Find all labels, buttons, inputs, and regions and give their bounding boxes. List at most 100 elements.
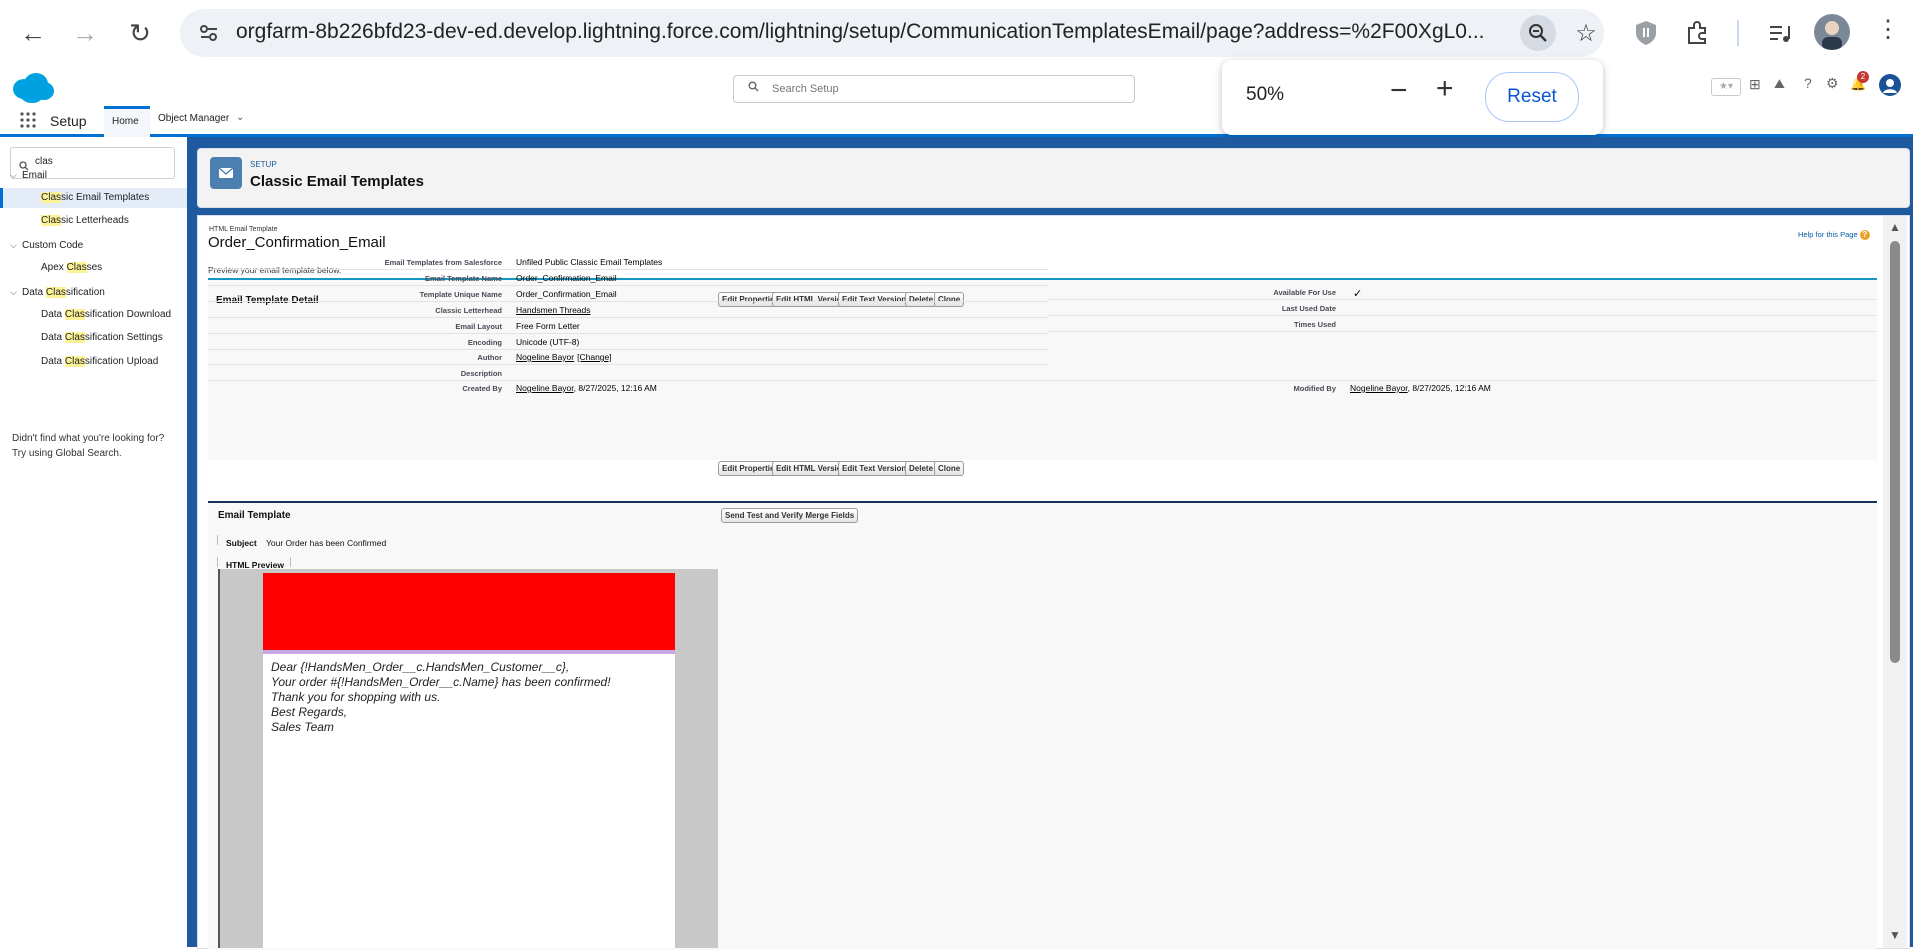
trailhead-icon[interactable]: ⛰	[1774, 76, 1785, 92]
field-value-text: Free Form Letter	[516, 321, 580, 331]
change-owner-link[interactable]: [Change]	[577, 352, 612, 362]
nav-group-5[interactable]: ⌵ Data Classification	[10, 282, 180, 302]
field-label: Description	[460, 369, 502, 378]
browser-menu-icon[interactable]: ⋮	[1876, 18, 1900, 42]
field-value: Free Form Letter	[516, 321, 580, 331]
user-avatar[interactable]	[1879, 74, 1901, 96]
field-row-divider	[1048, 299, 1877, 300]
zoom-out-button[interactable]: −	[1390, 74, 1408, 108]
field-row-divider	[208, 301, 1048, 302]
field-row-divider	[1048, 331, 1877, 332]
field-value: Order_Confirmation_Email	[516, 273, 617, 283]
field-value: Nogeline Bayor, 8/27/2025, 12:16 AM	[516, 383, 657, 393]
url-text[interactable]: orgfarm-8b226bfd23-dev-ed.develop.lightn…	[236, 20, 1496, 44]
back-icon[interactable]: ←	[16, 16, 50, 50]
nav-label-highlight: Clas	[64, 356, 85, 367]
nav-item-8[interactable]: Data Classification Upload	[0, 352, 187, 372]
nav-group-0[interactable]: ⌵ Email	[10, 165, 180, 185]
clone-button[interactable]: Clone	[934, 292, 965, 307]
field-label: Modified By	[1293, 384, 1337, 393]
field-value: Unfiled Public Classic Email Templates	[516, 257, 662, 267]
field-value-link[interactable]: Nogeline Bayor	[516, 352, 574, 362]
search-setup-input[interactable]	[770, 79, 1114, 99]
nav-item-4[interactable]: Apex Classes	[0, 258, 187, 278]
delete-button[interactable]: Delete	[905, 461, 938, 476]
content-scrollbar[interactable]: ▲ ▼	[1883, 216, 1907, 948]
search-icon	[748, 81, 759, 95]
chevron-down-icon[interactable]: ⌄	[236, 112, 244, 123]
nav-item-1[interactable]: Classic Email Templates	[0, 188, 190, 208]
edit-text-version-button[interactable]: Edit Text Version	[838, 461, 911, 476]
nav-item-6[interactable]: Data Classification Download	[0, 305, 187, 325]
field-value-text: Unicode (UTF-8)	[516, 337, 580, 347]
forward-icon[interactable]: →	[68, 16, 102, 50]
tab-object-manager[interactable]: Object Manager	[158, 113, 229, 124]
setup-gear-icon[interactable]: ⚙	[1826, 75, 1839, 92]
extension-shield-icon[interactable]	[1628, 15, 1664, 51]
preview-divider-right	[290, 557, 291, 567]
page-header: SETUP Classic Email Templates	[197, 148, 1910, 208]
tab-home-label: Home	[112, 116, 139, 127]
nav-label-part: sification Upload	[84, 356, 159, 367]
nav-item-2[interactable]: Classic Letterheads	[0, 211, 187, 231]
field-value-link[interactable]: Nogeline Bayor	[516, 383, 574, 393]
nav-label-part: Email	[22, 170, 48, 181]
zoom-in-button[interactable]: +	[1436, 72, 1454, 106]
reload-icon[interactable]: ↻	[123, 16, 157, 50]
scrollbar-thumb[interactable]	[1890, 241, 1900, 663]
nav-item-7[interactable]: Data Classification Settings	[0, 328, 187, 348]
tab-home[interactable]: Home	[104, 106, 150, 137]
field-value: Nogeline Bayor [Change]	[516, 352, 612, 362]
search-setup-field[interactable]	[733, 75, 1135, 103]
field-value-link[interactable]: Nogeline Bayor	[1350, 383, 1408, 393]
nav-label-part: Apex	[41, 262, 67, 273]
bookmark-star-icon[interactable]: ☆	[1568, 15, 1604, 51]
extensions-puzzle-icon[interactable]	[1680, 15, 1716, 51]
delete-button[interactable]: Delete	[905, 292, 938, 307]
nav-label-part: Data	[41, 309, 65, 320]
send-test-button[interactable]: Send Test and Verify Merge Fields	[721, 508, 859, 523]
scroll-up-icon[interactable]: ▲	[1889, 220, 1901, 234]
salesforce-logo[interactable]	[10, 72, 56, 109]
chevron-down-icon[interactable]: ⌵	[10, 165, 22, 185]
browser-toolbar: ← → ↻ orgfarm-8b226bfd23-dev-ed.develop.…	[0, 0, 1913, 67]
html-preview-frame: Dear {!HandsMen_Order__c.HandsMen_Custom…	[218, 569, 718, 948]
nav-label-part: ses	[86, 262, 103, 273]
email-body-line: Best Regards,	[271, 705, 348, 719]
field-label: Last Used Date	[1281, 304, 1336, 313]
field-label: Template Unique Name	[419, 290, 502, 299]
help-icon[interactable]: ?	[1804, 75, 1812, 91]
field-value-text: Unfiled Public Classic Email Templates	[516, 257, 663, 267]
media-queue-icon[interactable]	[1762, 15, 1798, 51]
site-settings-icon[interactable]	[198, 22, 220, 44]
field-row-divider	[208, 349, 1048, 350]
address-bar[interactable]: orgfarm-8b226bfd23-dev-ed.develop.lightn…	[180, 9, 1604, 57]
zoom-reset-button[interactable]: Reset	[1485, 72, 1579, 122]
global-actions-icon[interactable]: ⊞	[1749, 76, 1761, 93]
subject-divider	[217, 535, 218, 545]
chevron-down-icon[interactable]: ⌵	[10, 282, 22, 302]
field-row-divider	[208, 285, 1048, 286]
field-value-text: Order_Confirmation_Email	[516, 273, 617, 283]
nav-label-part: Data	[22, 287, 46, 298]
field-value-extra: , 8/27/2025, 12:16 AM	[573, 383, 657, 393]
field-value-link[interactable]: Handsmen Threads	[516, 305, 591, 315]
zoom-popup: 50% − + Reset	[1222, 60, 1603, 135]
zoom-icon[interactable]	[1520, 15, 1556, 51]
field-label: Times Used	[1294, 320, 1336, 329]
chevron-down-icon[interactable]: ⌵	[10, 235, 22, 255]
edit-text-version-button[interactable]: Edit Text Version	[838, 292, 911, 307]
nav-label-highlight: Clas	[64, 332, 85, 343]
email-body-line: Sales Team	[271, 720, 334, 734]
page-eyebrow: SETUP	[250, 160, 277, 169]
template-type-label: HTML Email Template	[209, 226, 278, 233]
nav-group-3[interactable]: ⌵ Custom Code	[10, 235, 180, 255]
scroll-down-icon[interactable]: ▼	[1889, 928, 1901, 942]
help-for-page-link[interactable]: Help for this Page ?	[1798, 230, 1870, 240]
profile-avatar[interactable]	[1814, 14, 1850, 50]
field-value-text: Order_Confirmation_Email	[516, 289, 617, 299]
app-launcher-icon[interactable]	[20, 112, 36, 133]
clone-button[interactable]: Clone	[934, 461, 965, 476]
favorites-icon[interactable]: ★▾	[1711, 78, 1741, 96]
preview-note: Preview your email template below.	[208, 265, 342, 275]
